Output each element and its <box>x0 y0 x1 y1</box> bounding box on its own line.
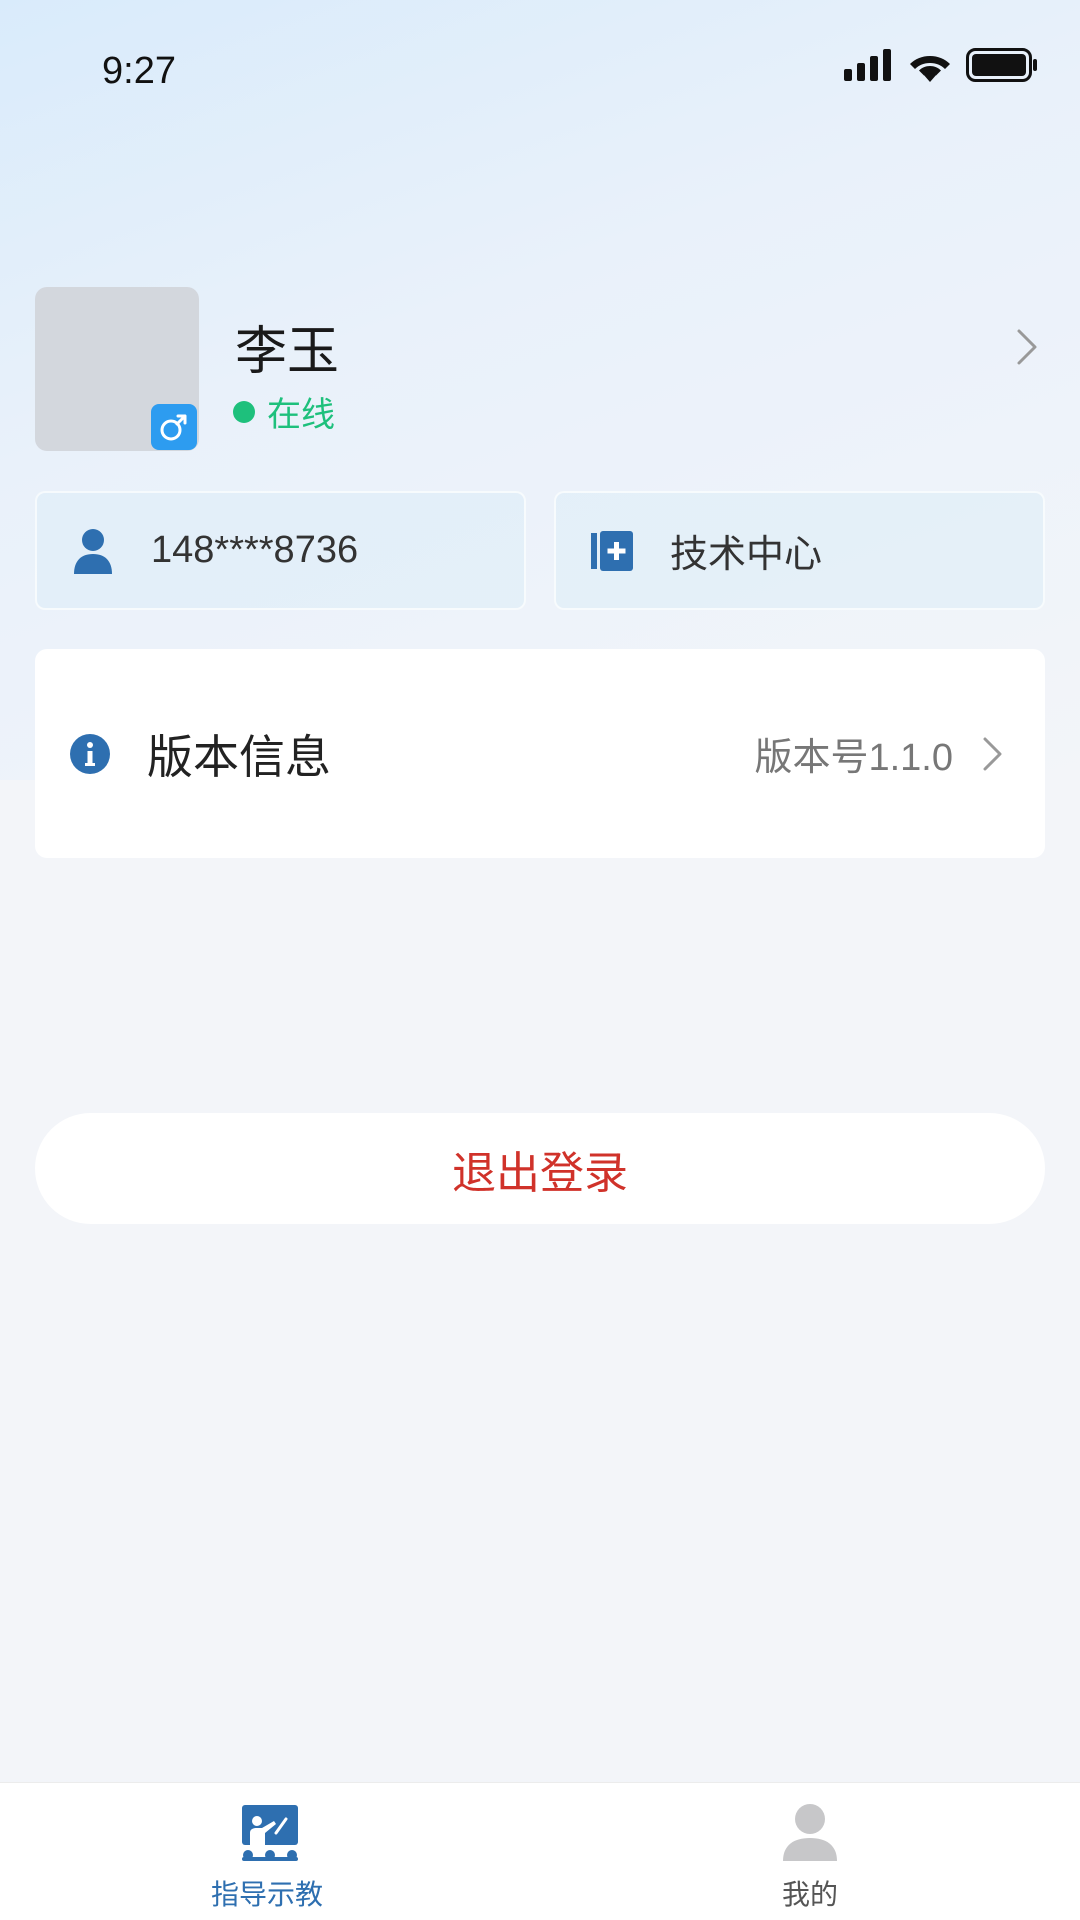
wifi-icon <box>910 56 950 82</box>
chevron-right-icon <box>983 737 1002 771</box>
info-icon <box>70 733 110 774</box>
tab-me-label: 我的 <box>781 1878 838 1911</box>
profile-header[interactable]: 李玉 在线 <box>35 287 1045 451</box>
chevron-right-icon[interactable] <box>1015 327 1039 367</box>
tab-bar: 指导示教 我的 <box>0 1782 1080 1920</box>
status-icons <box>844 48 1038 82</box>
user-icon <box>71 528 115 574</box>
version-title: 版本信息 <box>147 729 331 784</box>
profile-icon <box>783 1804 837 1861</box>
tab-me[interactable]: 我的 <box>540 1783 1080 1920</box>
signal-icon <box>844 49 891 81</box>
online-dot-icon <box>233 400 255 423</box>
phone-card: 148****8736 <box>35 491 526 610</box>
user-name: 李玉 <box>235 322 340 382</box>
department-name: 技术中心 <box>670 534 823 576</box>
male-icon <box>151 404 197 450</box>
online-status-label: 在线 <box>267 395 335 435</box>
status-bar: 9:27 <box>0 0 1080 140</box>
logout-button[interactable]: 退出登录 <box>35 1113 1045 1224</box>
battery-icon <box>966 48 1037 82</box>
version-number: 版本号1.1.0 <box>754 737 953 779</box>
teaching-icon <box>242 1805 298 1861</box>
online-status: 在线 <box>233 387 335 436</box>
department-icon <box>590 529 634 573</box>
tab-teaching[interactable]: 指导示教 <box>0 1783 540 1920</box>
tab-teaching-label: 指导示教 <box>210 1878 323 1911</box>
phone-number: 148****8736 <box>151 529 359 571</box>
status-time: 9:27 <box>102 50 176 92</box>
version-info-row[interactable]: 版本信息 版本号1.1.0 <box>35 649 1045 858</box>
department-card: 技术中心 <box>554 491 1045 610</box>
